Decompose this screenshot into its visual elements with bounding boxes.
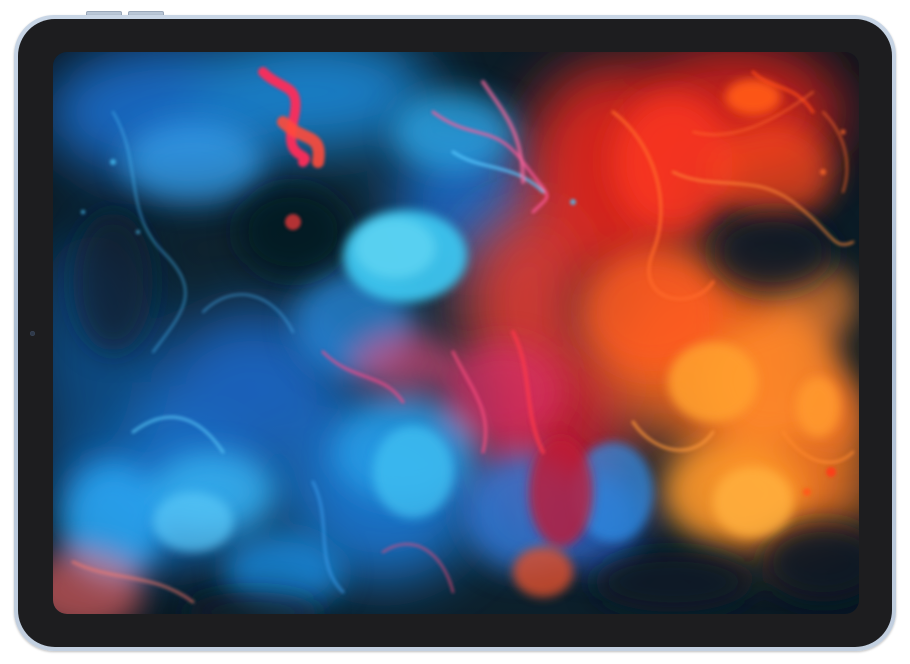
tablet-image: [0, 0, 910, 664]
ink-wallpaper: [53, 52, 859, 614]
front-camera: [30, 331, 35, 336]
tablet-screen: [53, 52, 859, 614]
